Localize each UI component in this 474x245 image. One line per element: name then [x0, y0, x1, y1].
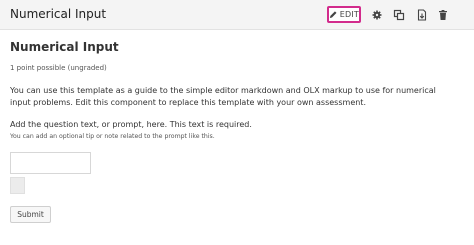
- problem-component: Numerical Input EDIT Numerical Input 1 p…: [0, 0, 474, 245]
- edit-button[interactable]: EDIT: [327, 6, 361, 23]
- points-possible: 1 point possible (ungraded): [10, 64, 107, 72]
- numerical-answer-input[interactable]: [10, 152, 91, 174]
- submit-button[interactable]: Submit: [10, 206, 51, 223]
- gear-icon[interactable]: [371, 9, 383, 21]
- component-header: Numerical Input EDIT: [0, 0, 474, 30]
- component-title: Numerical Input: [10, 7, 107, 21]
- problem-description: You can use this template as a guide to …: [10, 86, 436, 107]
- edit-label: EDIT: [339, 10, 359, 19]
- trash-icon[interactable]: [437, 9, 449, 21]
- question-text: Add the question text, or prompt, here. …: [10, 120, 252, 129]
- problem-body: Numerical Input 1 point possible (ungrad…: [10, 40, 464, 140]
- move-icon[interactable]: [416, 9, 428, 21]
- pencil-icon: [329, 11, 337, 18]
- answer-status-indicator: [10, 177, 25, 194]
- duplicate-icon[interactable]: [393, 9, 405, 21]
- problem-title: Numerical Input: [10, 40, 119, 54]
- question-hint: You can add an optional tip or note rela…: [10, 133, 215, 140]
